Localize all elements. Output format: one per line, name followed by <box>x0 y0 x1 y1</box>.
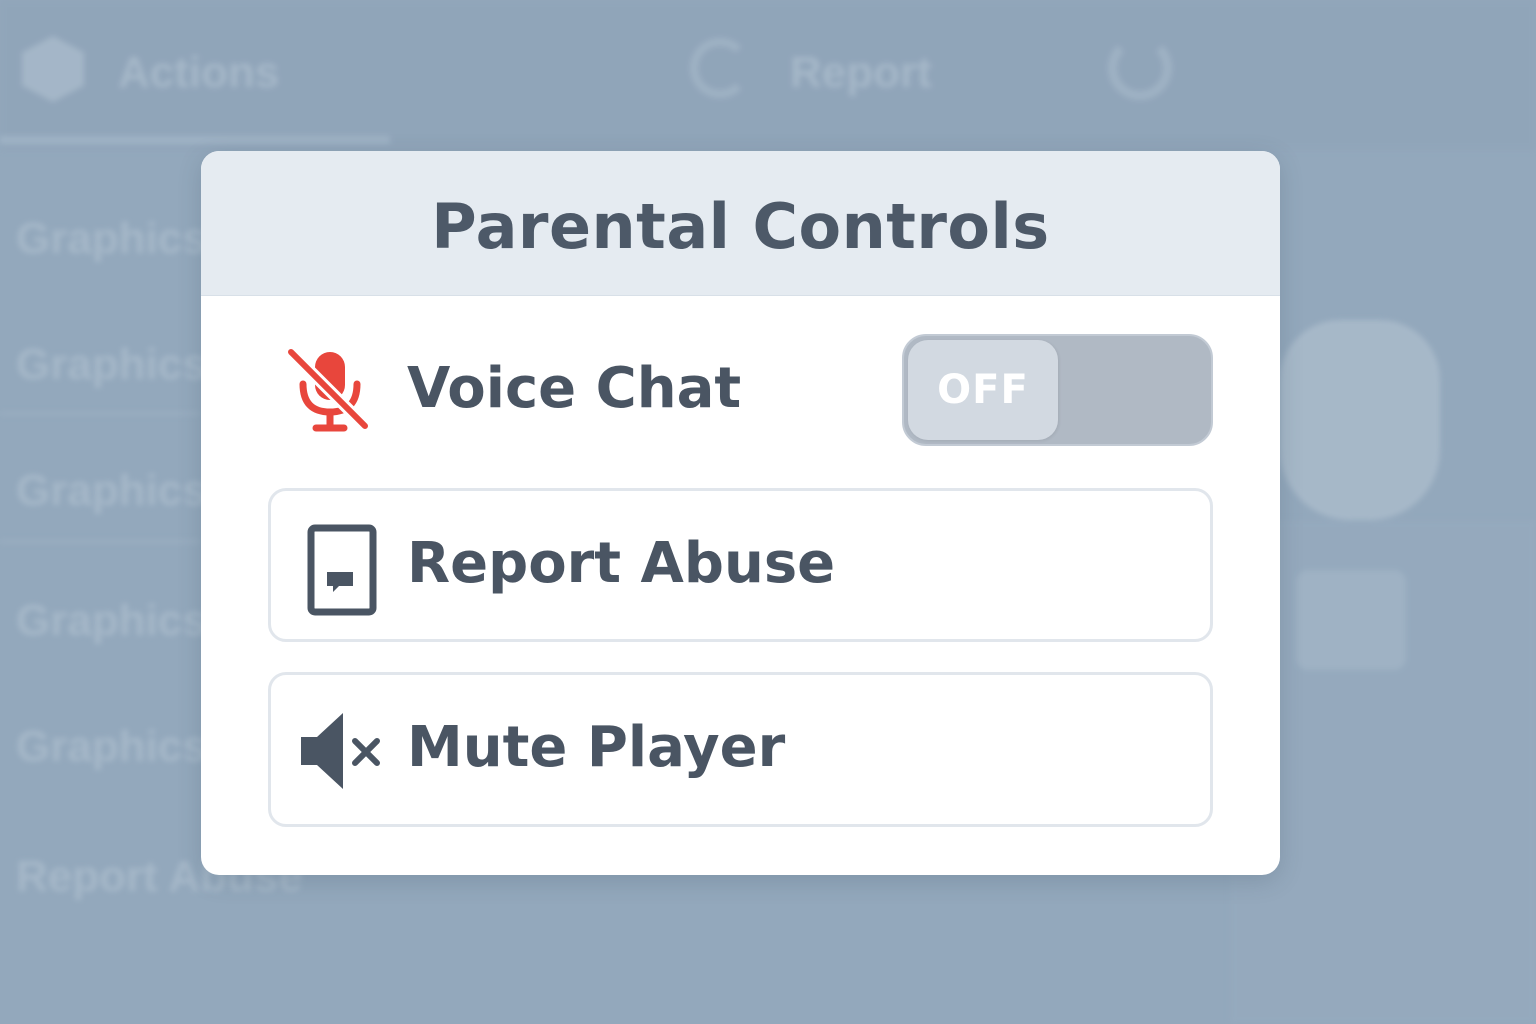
background-sidebar-item: Graphics <box>16 466 207 515</box>
refresh-icon <box>1108 36 1172 100</box>
parental-controls-dialog: Parental Controls Voice Chat OFF Report … <box>201 151 1280 875</box>
background-sidebar-item: Graphics <box>16 596 207 645</box>
report-abuse-button[interactable]: Report Abuse <box>268 488 1213 642</box>
voice-chat-label: Voice Chat <box>407 356 742 421</box>
voice-chat-toggle[interactable]: OFF <box>902 334 1213 446</box>
mute-player-label: Mute Player <box>407 715 786 780</box>
dialog-title: Parental Controls <box>431 189 1050 263</box>
avatar-body <box>1296 570 1406 670</box>
toggle-state-label: OFF <box>937 367 1029 413</box>
report-flag-icon <box>307 524 377 616</box>
dialog-header: Parental Controls <box>201 151 1280 296</box>
background-sidebar-item: Graphics <box>16 722 207 771</box>
avatar <box>1280 320 1440 520</box>
report-abuse-label: Report Abuse <box>407 531 836 596</box>
mute-player-button[interactable]: Mute Player <box>268 672 1213 827</box>
background-divider <box>0 540 200 543</box>
voice-chat-row: Voice Chat OFF <box>271 334 1213 446</box>
background-sidebar-item: Graphics <box>16 214 207 263</box>
background-report-label: Report <box>790 48 932 97</box>
background-sidebar-item: Graphics <box>16 340 207 389</box>
toggle-knob[interactable]: OFF <box>908 340 1058 440</box>
report-icon <box>690 38 750 98</box>
background-divider <box>0 412 200 415</box>
muted-microphone-icon <box>285 346 371 432</box>
speaker-muted-icon <box>301 713 380 789</box>
background-actions-label: Actions <box>118 48 280 97</box>
background-tab-underline <box>0 136 390 144</box>
